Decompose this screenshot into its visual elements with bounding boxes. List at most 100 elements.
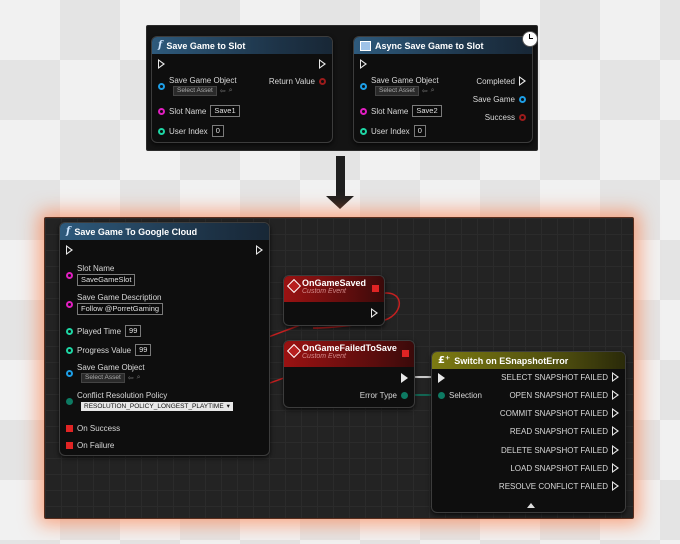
save-game-to-google-cloud-node[interactable]: f Save Game To Google Cloud Slot Name Sa… (59, 222, 270, 456)
on-failure-label: On Failure (77, 441, 115, 450)
on-failure-pin[interactable] (66, 442, 73, 449)
return-value-label: Return Value (268, 77, 315, 86)
selection-label: Selection (449, 391, 482, 400)
progress-value-field[interactable]: 99 (135, 344, 152, 356)
conflict-policy-pin[interactable] (66, 397, 73, 405)
slot-name-field[interactable]: SaveGameSlot (77, 274, 136, 286)
switch-output-pin[interactable] (612, 390, 619, 400)
switch-icon: £⁺ (438, 355, 451, 366)
event-delegate-pin[interactable] (402, 350, 409, 357)
exec-in-pin[interactable] (438, 373, 445, 383)
error-type-pin[interactable] (401, 392, 408, 399)
switch-output-label: RESOLVE CONFLICT FAILED (498, 481, 608, 491)
select-asset-dropdown[interactable]: Select Asset (375, 86, 419, 96)
conflict-policy-dropdown[interactable]: RESOLUTION_POLICY_LONGEST_PLAYTIME (81, 402, 227, 411)
exec-out-pin[interactable] (371, 308, 378, 318)
node-title: Switch on ESnapshotError (454, 355, 569, 366)
save-description-pin[interactable] (66, 300, 73, 308)
switch-output-pin[interactable] (612, 481, 619, 491)
save-description-label: Save Game Description (77, 293, 162, 302)
node-title: Async Save Game to Slot (375, 40, 484, 51)
user-index-label: User Index (371, 126, 410, 136)
exec-in-pin[interactable] (360, 59, 367, 69)
node-header: f Save Game to Slot (152, 37, 332, 54)
on-success-label: On Success (77, 424, 121, 433)
completed-exec-pin[interactable] (519, 76, 526, 86)
user-index-field[interactable]: 0 (413, 125, 426, 137)
switch-output-pin[interactable] (612, 408, 619, 418)
browse-icon[interactable]: ⌕ (431, 87, 435, 95)
played-time-field[interactable]: 99 (125, 325, 142, 337)
exec-in-pin[interactable] (158, 59, 165, 69)
success-pin[interactable] (519, 114, 526, 121)
function-icon: f (66, 226, 71, 237)
slot-name-field[interactable]: Save1 (210, 105, 240, 117)
node-header: f Save Game To Google Cloud (60, 223, 269, 240)
node-header: OnGameSaved Custom Event (284, 276, 384, 302)
on-success-pin[interactable] (66, 425, 73, 432)
save-game-pin[interactable] (519, 96, 526, 103)
selection-pin[interactable] (438, 392, 445, 399)
event-subtitle: Custom Event (302, 353, 346, 360)
return-value-pin[interactable] (319, 78, 326, 85)
switch-output-pin[interactable] (612, 372, 619, 382)
slot-name-pin[interactable] (66, 271, 73, 279)
progress-value-label: Progress Value (77, 345, 132, 355)
exec-out-pin[interactable] (256, 245, 263, 255)
slot-name-label: Slot Name (77, 264, 115, 273)
switch-output-label: DELETE SNAPSHOT FAILED (501, 445, 608, 455)
save-game-to-slot-node[interactable]: f Save Game to Slot Save Game Object Sel… (151, 36, 333, 143)
save-object-pin[interactable] (158, 82, 165, 90)
exec-out-pin[interactable] (319, 59, 326, 69)
arrow-left-icon[interactable]: ⇦ (220, 87, 226, 95)
browse-icon[interactable]: ⌕ (137, 374, 141, 382)
slot-name-pin[interactable] (360, 107, 367, 115)
on-game-saved-event-node[interactable]: OnGameSaved Custom Event (283, 275, 385, 326)
switch-output-pin[interactable] (612, 445, 619, 455)
event-delegate-pin[interactable] (372, 285, 379, 292)
save-object-pin[interactable] (66, 369, 73, 377)
slot-name-label: Slot Name (169, 106, 207, 116)
user-index-pin[interactable] (360, 127, 367, 135)
event-icon (286, 278, 302, 294)
switch-output-pin[interactable] (612, 426, 619, 436)
switch-on-esnapshoterror-node[interactable]: £⁺ Switch on ESnapshotError Selection SE… (431, 351, 626, 513)
down-arrow-icon (336, 156, 345, 198)
async-icon (360, 40, 371, 51)
select-asset-dropdown[interactable]: Select Asset (173, 86, 217, 96)
node-header: OnGameFailedToSave Custom Event (284, 341, 414, 367)
slot-name-pin[interactable] (158, 107, 165, 115)
slot-name-field[interactable]: Save2 (412, 105, 442, 117)
save-description-field[interactable]: Follow @PorretGaming (77, 303, 164, 315)
switch-output-pin[interactable] (612, 463, 619, 473)
node-title: Save Game to Slot (166, 40, 246, 51)
select-asset-dropdown[interactable]: Select Asset (81, 373, 125, 383)
on-game-failed-to-save-event-node[interactable]: OnGameFailedToSave Custom Event Error Ty… (283, 340, 415, 408)
save-object-label: Save Game Object (77, 363, 145, 372)
arrow-left-icon[interactable]: ⇦ (422, 87, 428, 95)
progress-value-pin[interactable] (66, 346, 73, 354)
played-time-pin[interactable] (66, 327, 73, 335)
user-index-pin[interactable] (158, 127, 165, 135)
top-blueprint-panel: f Save Game to Slot Save Game Object Sel… (146, 25, 538, 151)
success-label: Success (484, 113, 515, 122)
switch-output-label: LOAD SNAPSHOT FAILED (510, 463, 608, 473)
user-index-label: User Index (169, 126, 208, 136)
browse-icon[interactable]: ⌕ (229, 87, 233, 95)
completed-label: Completed (476, 76, 515, 86)
played-time-label: Played Time (77, 326, 122, 336)
save-object-pin[interactable] (360, 82, 367, 90)
event-icon (286, 343, 302, 359)
bottom-blueprint-panel: f Save Game To Google Cloud Slot Name Sa… (44, 217, 634, 519)
event-subtitle: Custom Event (302, 288, 346, 295)
error-type-label: Error Type (359, 391, 397, 400)
async-save-game-node[interactable]: Async Save Game to Slot Save Game Object… (353, 31, 538, 143)
switch-output-label: SELECT SNAPSHOT FAILED (501, 372, 608, 382)
chevron-down-icon[interactable]: ▾ (226, 402, 233, 411)
node-title: Save Game To Google Cloud (74, 226, 198, 237)
collapse-arrow-icon[interactable] (527, 503, 535, 508)
arrow-left-icon[interactable]: ⇦ (128, 374, 134, 382)
exec-out-pin[interactable] (401, 373, 408, 383)
exec-in-pin[interactable] (66, 245, 73, 255)
user-index-field[interactable]: 0 (211, 125, 224, 137)
